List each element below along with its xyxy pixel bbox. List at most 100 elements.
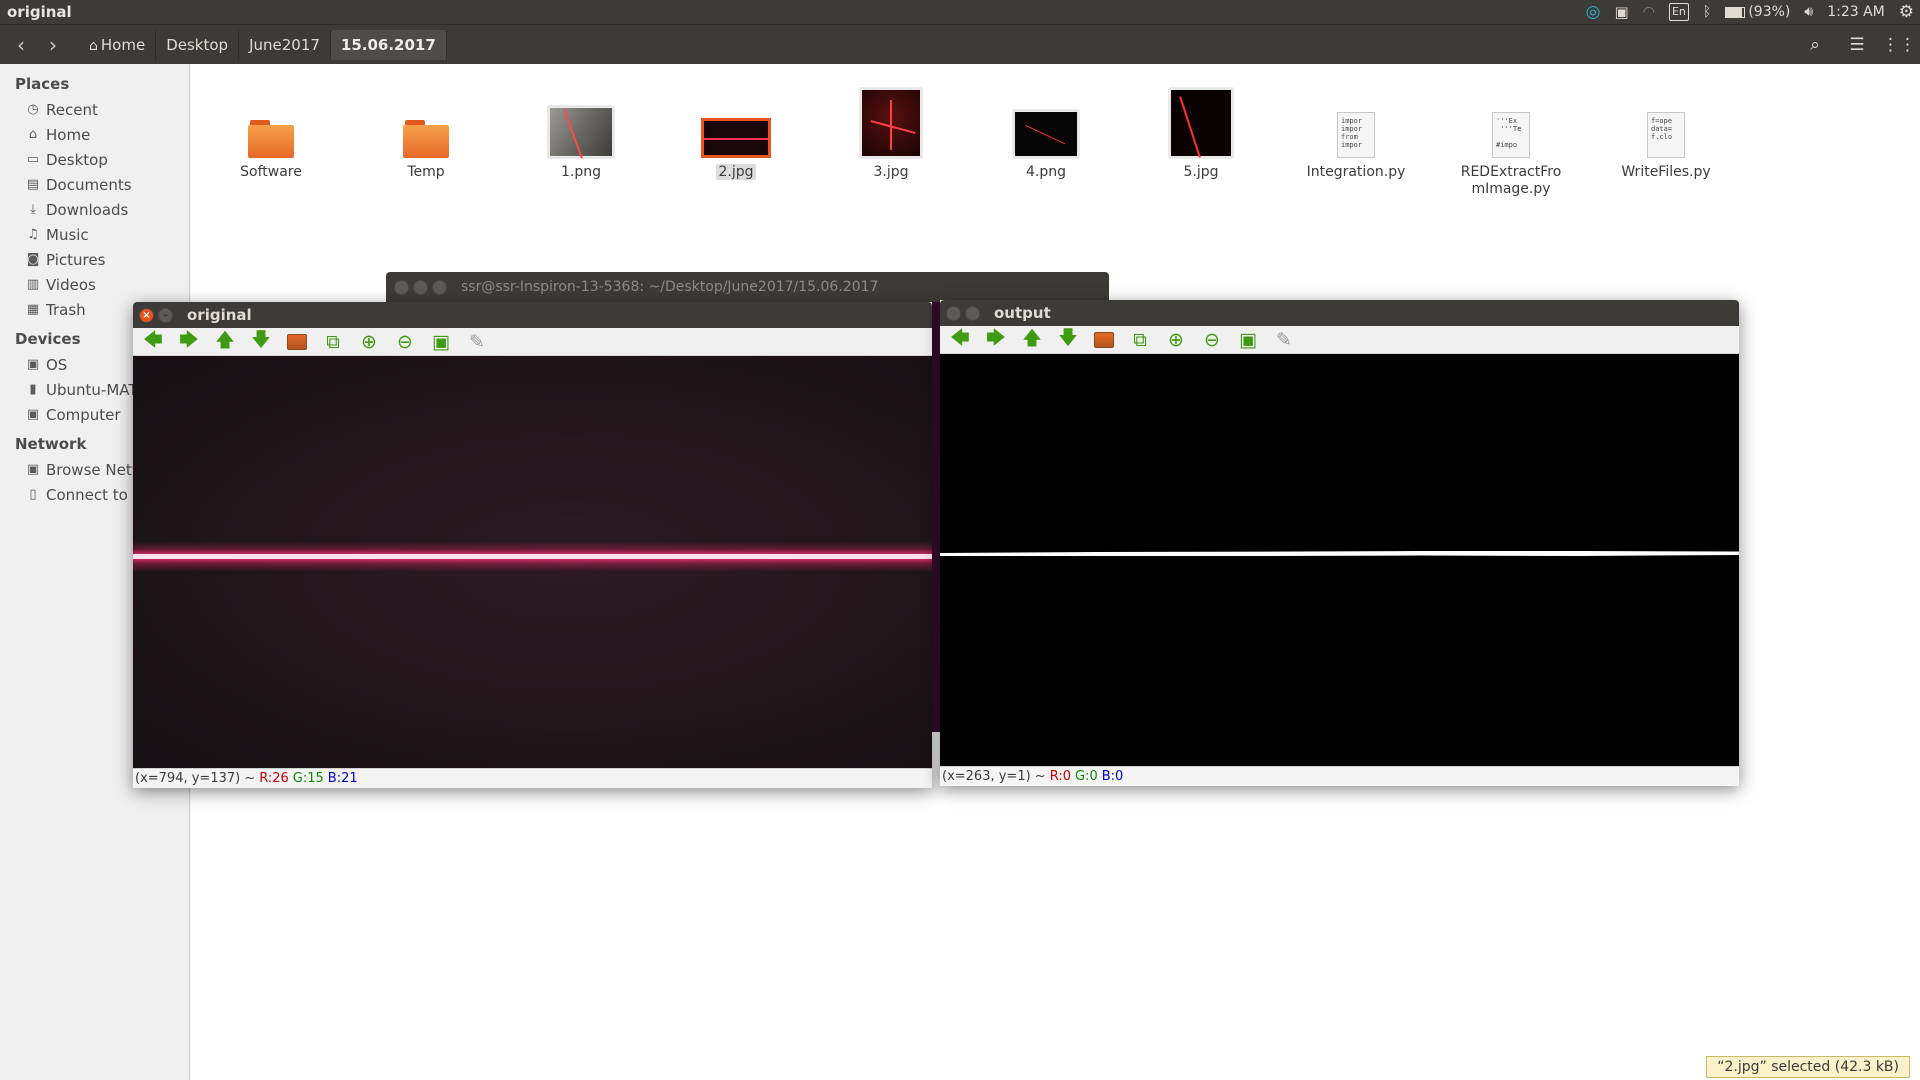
wifi-icon[interactable]: ◠ — [1643, 4, 1655, 20]
terminal-window-titlebar[interactable]: ssr@ssr-Inspiron-13-5368: ~/Desktop/June… — [386, 272, 1109, 302]
file-item[interactable]: Software — [211, 84, 331, 181]
file-item[interactable]: Temp — [366, 84, 486, 181]
arrow-down-icon[interactable]: 🡇 — [247, 329, 275, 354]
file-item[interactable]: f=ope data= f.clo WriteFiles.py — [1606, 84, 1726, 181]
image-thumbnail — [1169, 88, 1233, 158]
image-toolbar: 🡄 🡆 🡅 🡇 ⧉ ⊕ ⊖ ▣ ✎ — [133, 328, 932, 356]
sidebar-item-recent[interactable]: ◷ Recent — [0, 97, 189, 122]
blue-value: B:21 — [327, 771, 358, 786]
keyboard-layout[interactable]: En — [1668, 3, 1689, 21]
file-item[interactable]: 3.jpg — [831, 84, 951, 181]
crumb-desktop[interactable]: Desktop — [156, 29, 240, 60]
terminal-title: ssr@ssr-Inspiron-13-5368: ~/Desktop/June… — [461, 279, 879, 295]
sidebar-item-documents[interactable]: ▤ Documents — [0, 172, 189, 197]
file-name: 4.png — [1025, 164, 1066, 180]
pixel-status-bar: (x=794, y=137) ~ R:26 G:15 B:21 — [133, 768, 932, 788]
film-icon: ▥ — [26, 277, 40, 292]
maximize-icon[interactable] — [432, 279, 447, 295]
file-item-selected[interactable]: 2.jpg — [676, 84, 796, 181]
forward-button[interactable]: › — [37, 30, 69, 60]
back-button[interactable]: ‹ — [5, 30, 37, 60]
home-icon: ⌂ — [89, 37, 98, 54]
zoom-fit-icon[interactable] — [1090, 328, 1118, 352]
arrow-up-icon[interactable]: 🡅 — [1018, 327, 1046, 352]
sidebar-item-home[interactable]: ⌂ Home — [0, 122, 189, 147]
arrow-down-icon[interactable]: 🡇 — [1054, 327, 1082, 352]
file-name: Software — [240, 164, 302, 180]
trash-icon: ▦ — [26, 302, 40, 317]
app-indicator-icon[interactable]: ◎ — [1586, 2, 1601, 22]
file-item[interactable]: 4.png — [986, 84, 1106, 181]
pixel-coords: (x=263, y=1) ~ — [942, 769, 1046, 784]
save-icon[interactable]: ▣ — [1234, 328, 1262, 352]
file-item[interactable]: 1.png — [521, 84, 641, 181]
red-value: R:26 — [259, 771, 289, 786]
save-icon[interactable]: ▣ — [427, 330, 455, 354]
minimize-icon[interactable] — [413, 279, 428, 295]
close-icon[interactable]: × — [139, 307, 154, 323]
properties-icon[interactable]: ✎ — [1270, 328, 1298, 352]
sidebar-item-music[interactable]: ♫ Music — [0, 222, 189, 247]
clock[interactable]: 1:23 AM — [1827, 4, 1885, 20]
settings-icon[interactable]: ⚙ — [1899, 2, 1914, 22]
output-image-window[interactable]: output 🡄 🡆 🡅 🡇 ⧉ ⊕ ⊖ ▣ ✎ (x=263, y=1) ~ … — [940, 300, 1739, 786]
zoom-original-icon[interactable]: ⧉ — [1126, 328, 1154, 352]
sidebar-item-pictures[interactable]: ◙ Pictures — [0, 247, 189, 272]
image-canvas[interactable] — [133, 356, 932, 768]
battery-indicator[interactable]: (93%) — [1725, 4, 1790, 20]
image-thumbnail — [1013, 110, 1079, 158]
desktop-icon: ▭ — [26, 152, 40, 167]
pixel-status-bar: (x=263, y=1) ~ R:0 G:0 B:0 — [940, 766, 1739, 786]
arrow-right-icon[interactable]: 🡆 — [175, 329, 203, 354]
grid-view-icon[interactable]: ⋮⋮ — [1878, 25, 1920, 65]
network-error-icon[interactable]: ▣ — [1615, 3, 1629, 21]
zoom-in-icon[interactable]: ⊕ — [1162, 328, 1190, 352]
list-view-icon[interactable]: ☰ — [1836, 25, 1878, 65]
file-manager-toolbar: ‹ › ⌂ Home Desktop June2017 15.06.2017 ⌕ … — [0, 24, 1920, 64]
music-icon: ♫ — [27, 227, 39, 242]
sidebar-item-downloads[interactable]: ⤓ Downloads — [0, 197, 189, 222]
sidebar-section-places: Places — [15, 75, 70, 93]
folder-icon — [248, 120, 294, 158]
window-title: original — [187, 306, 252, 324]
arrow-up-icon[interactable]: 🡅 — [211, 329, 239, 354]
zoom-fit-icon[interactable] — [283, 330, 311, 354]
zoom-original-icon[interactable]: ⧉ — [319, 330, 347, 354]
file-name: 5.jpg — [1183, 164, 1219, 180]
sidebar-item-desktop[interactable]: ▭ Desktop — [0, 147, 189, 172]
properties-icon[interactable]: ✎ — [463, 330, 491, 354]
image-canvas[interactable] — [940, 354, 1739, 766]
search-icon[interactable]: ⌕ — [1794, 25, 1836, 65]
arrow-right-icon[interactable]: 🡆 — [982, 327, 1010, 352]
file-item[interactable]: 5.jpg — [1141, 84, 1261, 181]
sidebar-item-videos[interactable]: ▥ Videos — [0, 272, 189, 297]
close-icon[interactable] — [394, 279, 409, 295]
file-item[interactable]: impor impor from impor Integration.py — [1296, 84, 1416, 181]
zoom-out-icon[interactable]: ⊖ — [391, 330, 419, 354]
arrow-left-icon[interactable]: 🡄 — [139, 329, 167, 354]
zoom-out-icon[interactable]: ⊖ — [1198, 328, 1226, 352]
bluetooth-icon[interactable]: ᛒ — [1703, 4, 1711, 20]
minimize-icon[interactable] — [965, 305, 980, 321]
close-icon[interactable] — [946, 305, 961, 321]
home-icon: ⌂ — [28, 127, 38, 142]
file-name: 3.jpg — [873, 164, 909, 180]
python-file-icon: f=ope data= f.clo — [1647, 112, 1685, 158]
indicator-area: ◎ ▣ ◠ En ᛒ (93%) 🔊︎ 1:23 AM ⚙ — [1586, 0, 1914, 24]
original-image-window[interactable]: × – original 🡄 🡆 🡅 🡇 ⧉ ⊕ ⊖ ▣ ✎ (x=794, y… — [133, 302, 932, 788]
pixel-coords: (x=794, y=137) ~ — [135, 771, 256, 786]
volume-icon[interactable]: 🔊︎ — [1804, 4, 1813, 20]
arrow-left-icon[interactable]: 🡄 — [946, 327, 974, 352]
folder-icon — [403, 120, 449, 158]
file-item[interactable]: '''Ex '''Te #impo REDExtractFromImage.py — [1451, 84, 1571, 198]
picture-icon — [1094, 331, 1114, 348]
crumb-june2017[interactable]: June2017 — [239, 29, 331, 60]
crumb-home[interactable]: ⌂ Home — [79, 29, 157, 60]
window-titlebar[interactable]: × – original — [133, 302, 932, 328]
minimize-icon[interactable]: – — [158, 307, 173, 323]
window-titlebar[interactable]: output — [940, 300, 1739, 326]
computer-icon: ▣ — [26, 407, 40, 422]
image-thumbnail — [860, 88, 922, 158]
crumb-current[interactable]: 15.06.2017 — [330, 29, 447, 60]
zoom-in-icon[interactable]: ⊕ — [355, 330, 383, 354]
